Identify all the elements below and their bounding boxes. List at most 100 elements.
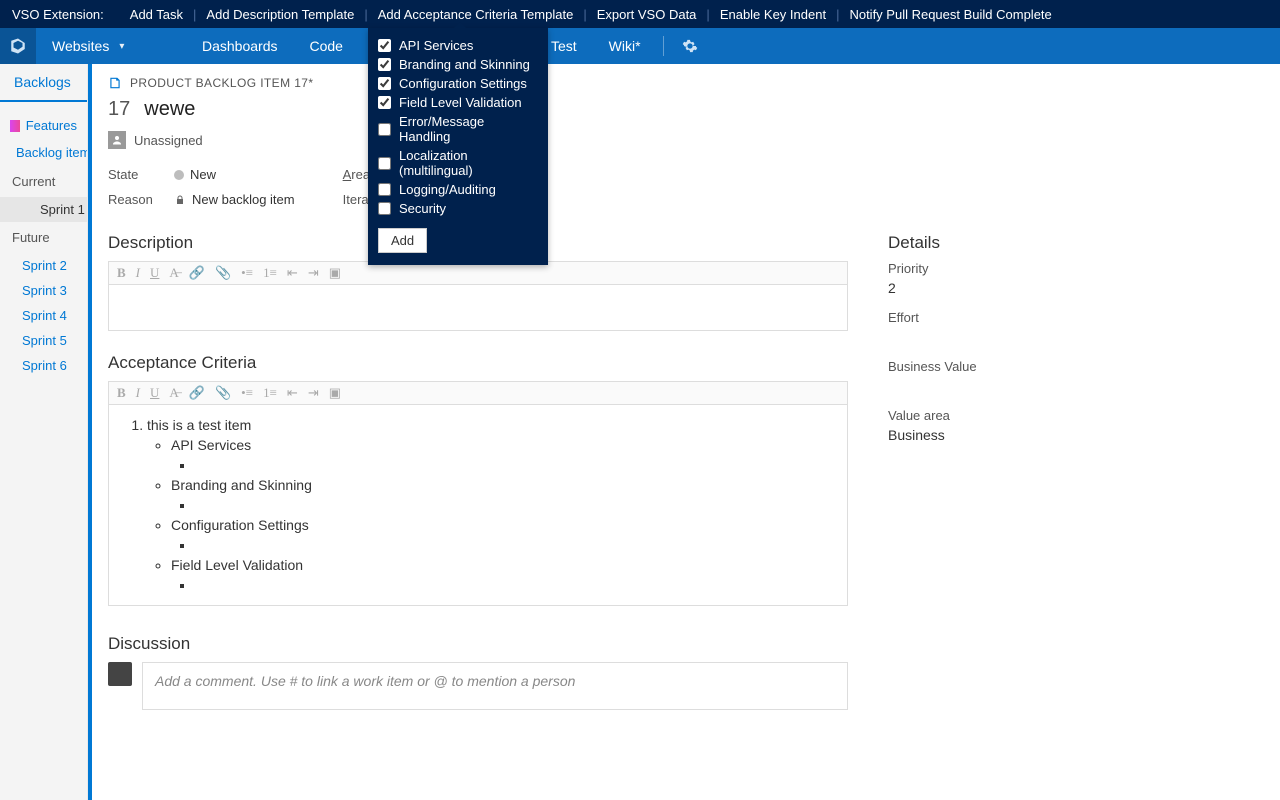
business-value-label: Business Value bbox=[888, 359, 1248, 374]
checkbox[interactable] bbox=[378, 58, 391, 71]
tree-sprint-5[interactable]: Sprint 5 bbox=[0, 328, 87, 353]
extension-toolbar: VSO Extension: Add Task | Add Descriptio… bbox=[0, 0, 1280, 28]
outdent-button[interactable]: ⇤ bbox=[287, 265, 298, 281]
work-item-id: 17 bbox=[108, 98, 130, 121]
sidebar-tab-backlogs[interactable]: Backlogs bbox=[0, 64, 87, 102]
ext-separator: | bbox=[360, 7, 371, 22]
ext-link-add-description-template[interactable]: Add Description Template bbox=[200, 7, 360, 22]
popup-option-api-services[interactable]: API Services bbox=[378, 36, 538, 55]
image-button[interactable]: ▣ bbox=[329, 385, 341, 401]
vsts-logo-icon[interactable] bbox=[0, 28, 36, 64]
nav-divider bbox=[663, 36, 664, 56]
number-list-button[interactable]: 1≡ bbox=[263, 265, 277, 281]
ac-subitem: Field Level Validation bbox=[171, 557, 303, 573]
details-heading: Details bbox=[888, 233, 1248, 253]
ext-link-enable-key-indent[interactable]: Enable Key Indent bbox=[714, 7, 832, 22]
nav-dashboards[interactable]: Dashboards bbox=[186, 28, 294, 64]
nav-code[interactable]: Code bbox=[294, 28, 359, 64]
effort-field[interactable] bbox=[888, 329, 1248, 345]
ext-separator: | bbox=[702, 7, 713, 22]
ext-separator: | bbox=[579, 7, 590, 22]
work-item-title[interactable]: wewe bbox=[144, 98, 195, 121]
image-button[interactable]: ▣ bbox=[329, 265, 341, 281]
features-icon bbox=[10, 120, 20, 132]
popup-option-localization[interactable]: Localization (multilingual) bbox=[378, 146, 538, 180]
popup-option-config[interactable]: Configuration Settings bbox=[378, 74, 538, 93]
ac-subitem: Configuration Settings bbox=[171, 517, 309, 533]
tree-sprint-3[interactable]: Sprint 3 bbox=[0, 278, 87, 303]
nav-wiki[interactable]: Wiki* bbox=[593, 28, 657, 64]
reason-label: Reason bbox=[108, 192, 154, 207]
chevron-down-icon: ▾ bbox=[119, 41, 124, 52]
clear-format-button[interactable]: A̶ bbox=[169, 265, 178, 281]
ext-link-add-task[interactable]: Add Task bbox=[124, 7, 189, 22]
popup-add-button[interactable]: Add bbox=[378, 228, 427, 253]
tree-item-features[interactable]: Features bbox=[0, 112, 87, 139]
project-name: Websites bbox=[52, 38, 109, 54]
tree-sprint-4[interactable]: Sprint 4 bbox=[0, 303, 87, 328]
tree-sprint-2[interactable]: Sprint 2 bbox=[0, 253, 87, 278]
ac-item: this is a test item bbox=[147, 417, 251, 433]
tree-item-backlog-items[interactable]: Backlog items bbox=[0, 139, 87, 166]
settings-gear-icon[interactable] bbox=[670, 28, 710, 64]
reason-field[interactable]: New backlog item bbox=[174, 192, 295, 207]
value-area-label: Value area bbox=[888, 408, 1248, 423]
business-value-field[interactable] bbox=[888, 378, 1248, 394]
link-button[interactable]: 🔗 bbox=[189, 385, 205, 401]
ac-subitem: Branding and Skinning bbox=[171, 477, 312, 493]
state-field[interactable]: New bbox=[174, 167, 216, 182]
left-sidebar: Backlogs Features Backlog items Current … bbox=[0, 64, 88, 800]
project-selector[interactable]: Websites ▾ bbox=[36, 28, 186, 64]
work-item-type-label: PRODUCT BACKLOG ITEM 17* bbox=[130, 76, 313, 90]
checkbox[interactable] bbox=[378, 96, 391, 109]
pbi-icon bbox=[108, 76, 122, 90]
state-label: State bbox=[108, 167, 154, 182]
popup-option-logging[interactable]: Logging/Auditing bbox=[378, 180, 538, 199]
checkbox[interactable] bbox=[378, 39, 391, 52]
indent-button[interactable]: ⇥ bbox=[308, 265, 319, 281]
checkbox[interactable] bbox=[378, 183, 391, 196]
underline-button[interactable]: U bbox=[150, 265, 159, 281]
outdent-button[interactable]: ⇤ bbox=[287, 385, 298, 401]
ext-link-add-acceptance-template[interactable]: Add Acceptance Criteria Template bbox=[372, 7, 580, 22]
value-area-field[interactable]: Business bbox=[888, 427, 1248, 443]
bold-button[interactable]: B bbox=[117, 265, 126, 281]
tree-sprint-6[interactable]: Sprint 6 bbox=[0, 353, 87, 378]
bold-button[interactable]: B bbox=[117, 385, 126, 401]
popup-option-field-validation[interactable]: Field Level Validation bbox=[378, 93, 538, 112]
popup-option-error-handling[interactable]: Error/Message Handling bbox=[378, 112, 538, 146]
bullet-list-button[interactable]: •≡ bbox=[241, 265, 253, 281]
state-dot-icon bbox=[174, 170, 184, 180]
link-button[interactable]: 🔗 bbox=[189, 265, 205, 281]
ext-link-export-vso-data[interactable]: Export VSO Data bbox=[591, 7, 703, 22]
underline-button[interactable]: U bbox=[150, 385, 159, 401]
description-editor[interactable] bbox=[108, 285, 848, 331]
person-icon bbox=[108, 131, 126, 149]
number-list-button[interactable]: 1≡ bbox=[263, 385, 277, 401]
ext-link-notify-pr-build[interactable]: Notify Pull Request Build Complete bbox=[843, 7, 1057, 22]
priority-field[interactable]: 2 bbox=[888, 280, 1248, 296]
tree-sprint-current[interactable]: Sprint 1 bbox=[0, 197, 87, 222]
assigned-to-field[interactable]: Unassigned bbox=[108, 131, 1264, 149]
checkbox[interactable] bbox=[378, 77, 391, 90]
clear-format-button[interactable]: A̶ bbox=[169, 385, 178, 401]
ext-separator: | bbox=[832, 7, 843, 22]
checkbox[interactable] bbox=[378, 157, 391, 170]
attachment-button[interactable]: 📎 bbox=[215, 265, 231, 281]
work-item-crumb: PRODUCT BACKLOG ITEM 17* bbox=[108, 76, 1264, 90]
acceptance-toolbar: B I U A̶ 🔗 📎 •≡ 1≡ ⇤ ⇥ ▣ bbox=[108, 381, 848, 405]
checkbox[interactable] bbox=[378, 202, 391, 215]
indent-button[interactable]: ⇥ bbox=[308, 385, 319, 401]
attachment-button[interactable]: 📎 bbox=[215, 385, 231, 401]
italic-button[interactable]: I bbox=[136, 385, 140, 401]
acceptance-editor[interactable]: this is a test item API Services Brandin… bbox=[108, 405, 848, 606]
ac-subitem: API Services bbox=[171, 437, 251, 453]
bullet-list-button[interactable]: •≡ bbox=[241, 385, 253, 401]
popup-option-security[interactable]: Security bbox=[378, 199, 538, 218]
popup-option-branding[interactable]: Branding and Skinning bbox=[378, 55, 538, 74]
discussion-heading: Discussion bbox=[108, 634, 848, 654]
checkbox[interactable] bbox=[378, 123, 391, 136]
effort-label: Effort bbox=[888, 310, 1248, 325]
discussion-input[interactable]: Add a comment. Use # to link a work item… bbox=[142, 662, 848, 710]
italic-button[interactable]: I bbox=[136, 265, 140, 281]
